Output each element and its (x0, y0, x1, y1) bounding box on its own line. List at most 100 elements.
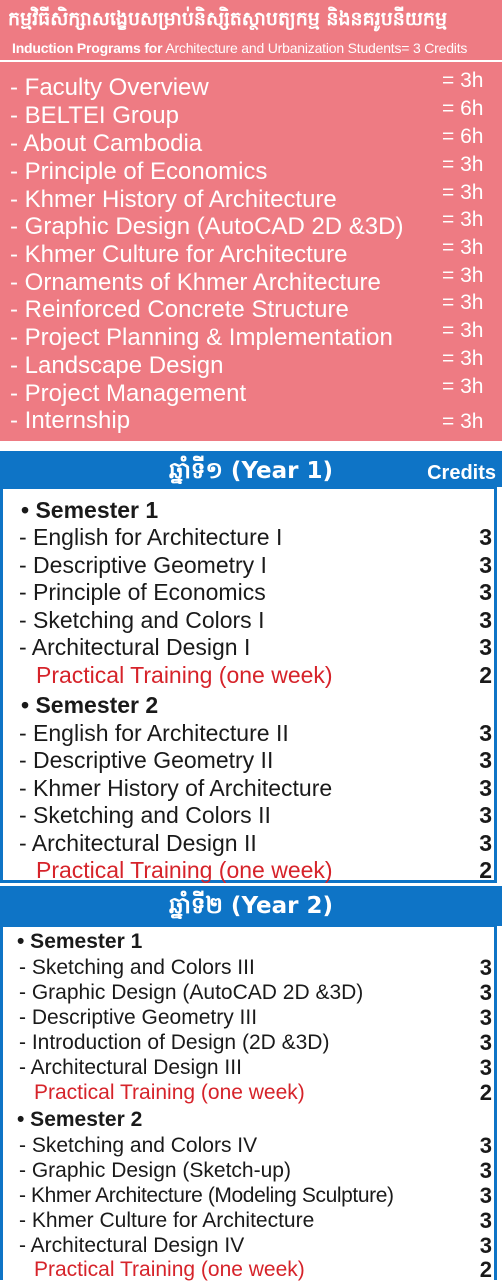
practical-training-credits: 2 (479, 1080, 492, 1105)
course-name: - Introduction of Design (2D &3D) (19, 1031, 330, 1054)
induction-subtitle-bold: Induction Programs for (12, 40, 163, 56)
induction-item-name: - Project Planning & Implementation (10, 324, 393, 351)
course-row: - Sketching and Colors IV 3 (3, 1132, 500, 1160)
induction-item: - Landscape Design = 3h (0, 347, 502, 380)
induction-subtitle: Induction Programs for Architecture and … (12, 39, 467, 57)
induction-item-name: - Ornaments of Khmer Architecture (10, 269, 381, 296)
course-credits: 3 (479, 955, 492, 980)
course-name: - Khmer History of Architecture (19, 775, 333, 801)
course-row: - Architectural Design I 3 (3, 633, 500, 661)
course-name: - Khmer Architecture (Modeling Sculpture… (19, 1184, 394, 1207)
course-row: - Introduction of Design (2D &3D) 3 (3, 1029, 500, 1057)
course-name: - English for Architecture II (19, 720, 289, 746)
induction-divider (0, 60, 502, 62)
practical-training-name: Practical Training (one week) (36, 857, 333, 883)
course-name: - Descriptive Geometry III (19, 1006, 258, 1029)
course-credits: 3 (479, 980, 492, 1005)
course-credits: 3 (479, 1133, 492, 1158)
semester-label: • Semester 1 (21, 497, 159, 523)
induction-item-name: - Project Management (10, 380, 247, 407)
course-name: - Sketching and Colors III (19, 956, 255, 979)
course-name: - Architectural Design III (19, 1056, 242, 1079)
course-name: - Khmer Culture for Architecture (19, 1209, 315, 1232)
course-name: - Descriptive Geometry II (19, 747, 274, 773)
course-name: - Graphic Design (AutoCAD 2D &3D) (19, 981, 364, 1004)
course-name: - Principle of Economics (19, 579, 266, 605)
course-credits: 3 (479, 1208, 492, 1233)
course-credits: 3 (479, 552, 492, 578)
course-row: - Khmer Architecture (Modeling Sculpture… (3, 1182, 500, 1210)
semester-heading: • Semester 2 (3, 691, 500, 719)
credits-column-label: Credits (427, 462, 496, 484)
induction-item-hours: = 3h (442, 375, 484, 398)
induction-item-name: - Landscape Design (10, 352, 224, 379)
induction-item-hours: = 3h (442, 208, 484, 231)
induction-item-name: - BELTEI Group (10, 102, 179, 129)
course-row: - Sketching and Colors III 3 (3, 954, 500, 982)
course-credits: 3 (479, 1005, 492, 1030)
course-row: - Architectural Design II 3 (3, 829, 500, 857)
course-name: - Descriptive Geometry I (19, 552, 267, 578)
practical-training-credits: 2 (479, 857, 492, 883)
induction-item-name: - Reinforced Concrete Structure (10, 296, 349, 323)
course-row: - Descriptive Geometry II 3 (3, 746, 500, 774)
semester-heading: • Semester 1 (3, 496, 500, 524)
course-credits: 3 (479, 1030, 492, 1055)
course-credits: 3 (479, 1055, 492, 1080)
induction-item: - Ornaments of Khmer Architecture = 3h (0, 264, 502, 297)
induction-item-name: - Internship (10, 407, 131, 434)
practical-training-row: Practical Training (one week) 2 (3, 661, 500, 689)
course-row: - Principle of Economics 3 (3, 578, 500, 606)
course-credits: 3 (479, 1158, 492, 1183)
course-credits: 3 (479, 1183, 492, 1208)
course-row: - Khmer History of Architecture 3 (3, 774, 500, 802)
induction-item-hours: = 3h (442, 410, 484, 433)
year1-header: ឆ្នាំទី១ (Year 1) Credits (0, 451, 502, 487)
course-row: - Sketching and Colors II 3 (3, 801, 500, 829)
induction-item-hours: = 3h (442, 69, 484, 92)
induction-item: - Faculty Overview = 3h (0, 69, 502, 102)
course-name: - Sketching and Colors IV (19, 1134, 258, 1157)
induction-item-hours: = 6h (442, 125, 484, 148)
practical-training-credits: 2 (479, 662, 492, 688)
course-row: - Descriptive Geometry I 3 (3, 551, 500, 579)
year2-title: ឆ្នាំទី២ (Year 2) (169, 893, 333, 919)
induction-item-hours: = 3h (442, 236, 484, 259)
induction-item: - Reinforced Concrete Structure = 3h (0, 291, 502, 324)
course-credits: 3 (479, 720, 492, 746)
induction-item: - Graphic Design (AutoCAD 2D &3D) = 3h (0, 208, 502, 241)
induction-item: - Khmer History of Architecture = 3h (0, 181, 502, 214)
induction-item-name: - About Cambodia (10, 130, 203, 157)
semester-heading: • Semester 2 (3, 1106, 500, 1134)
course-row: - Sketching and Colors I 3 (3, 606, 500, 634)
induction-item-hours: = 3h (442, 291, 484, 314)
semester-label: • Semester 2 (21, 692, 159, 718)
induction-item-name: - Graphic Design (AutoCAD 2D &3D) (10, 213, 404, 240)
induction-programs-section: កម្មវិធីសិក្សាសង្ខេបសម្រាប់និស្សិតស្ថាបត… (0, 0, 502, 441)
course-row: - English for Architecture I 3 (3, 523, 500, 551)
course-name: - English for Architecture I (19, 524, 283, 550)
course-name: - Architectural Design II (19, 830, 257, 856)
course-credits: 3 (479, 747, 492, 773)
induction-item-hours: = 3h (442, 319, 484, 342)
course-row: - Khmer Culture for Architecture 3 (3, 1207, 500, 1235)
course-credits: 3 (479, 607, 492, 633)
course-row: - Graphic Design (Sketch-up) 3 (3, 1157, 500, 1185)
induction-item-hours: = 3h (442, 153, 484, 176)
practical-training-row: Practical Training (one week) 2 (3, 1079, 500, 1107)
course-name: - Sketching and Colors II (19, 802, 271, 828)
induction-item: - Project Management = 3h (0, 375, 502, 408)
course-credits: 3 (479, 775, 492, 801)
induction-item-hours: = 3h (442, 264, 484, 287)
induction-item-hours: = 3h (442, 181, 484, 204)
year1-course-list: • Semester 1 - English for Architecture … (0, 486, 497, 883)
course-credits: 3 (479, 802, 492, 828)
induction-item: - Khmer Culture for Architecture = 3h (0, 236, 502, 269)
course-row: - Graphic Design (AutoCAD 2D &3D) 3 (3, 979, 500, 1007)
course-credits: 3 (479, 524, 492, 550)
induction-item-hours: = 3h (442, 347, 484, 370)
induction-item: - Principle of Economics = 3h (0, 153, 502, 186)
induction-subtitle-rest: Architecture and Urbanization Students= … (165, 40, 468, 56)
induction-title-khmer: កម្មវិធីសិក្សាសង្ខេបសម្រាប់និស្សិតស្ថាបត… (8, 8, 448, 30)
induction-item-name: - Principle of Economics (10, 158, 268, 185)
